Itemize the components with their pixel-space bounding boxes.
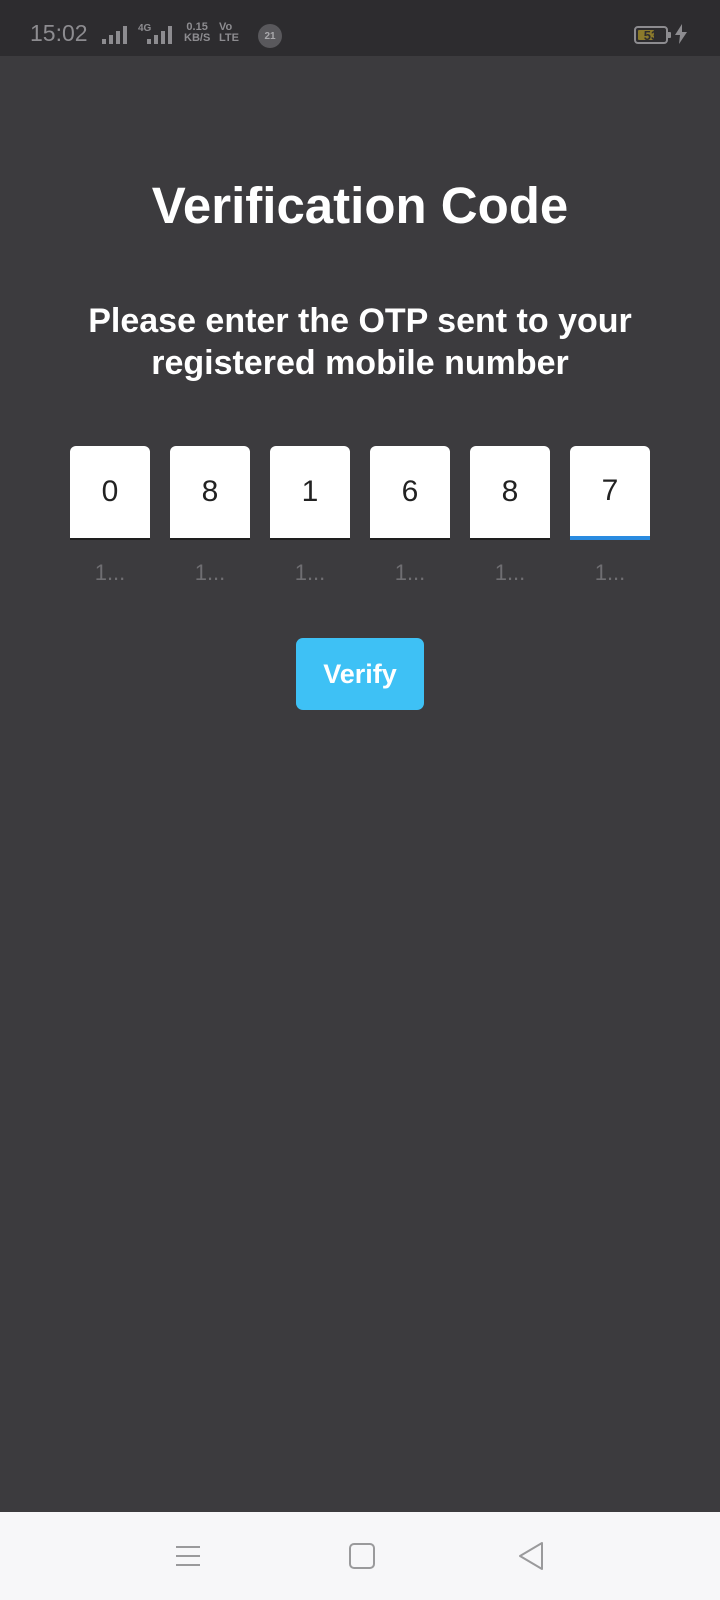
otp-digit-hint: 1... (194, 560, 226, 585)
otp-digit-input[interactable]: 0 (70, 446, 150, 540)
network-speed: 0.15 KB/S (184, 22, 210, 44)
otp-cell: 7 1... (570, 446, 650, 586)
otp-cell: 8 1... (170, 446, 250, 586)
otp-input-group: 0 1... 8 1... 1 1... 6 1... 8 1... 7 1..… (70, 446, 650, 586)
network-speed-unit: KB/S (184, 32, 211, 44)
otp-digit-input[interactable]: 1 (270, 446, 350, 540)
status-bar: 15:02 4G 0.15 KB/S Vo LTE 21 53 (0, 0, 720, 56)
otp-cell: 8 1... (470, 446, 550, 586)
home-icon[interactable] (349, 1543, 375, 1569)
otp-digit-hint: 1... (594, 560, 626, 585)
battery-level: 53 (643, 27, 659, 43)
otp-cell: 0 1... (70, 446, 150, 586)
notification-count-badge: 21 (258, 24, 282, 48)
volte-bottom-label: LTE (219, 32, 239, 44)
system-nav-bar (0, 1512, 720, 1600)
otp-cell: 1 1... (270, 446, 350, 586)
volte-icon: Vo LTE (219, 22, 239, 44)
battery-icon: 53 (634, 26, 671, 44)
charging-bolt-icon (675, 24, 687, 44)
otp-digit-input-active[interactable]: 7 (570, 446, 650, 540)
otp-cell: 6 1... (370, 446, 450, 586)
verify-button[interactable]: Verify (296, 638, 424, 710)
otp-instructions: Please enter the OTP sent to your regist… (88, 302, 632, 382)
otp-digit-input[interactable]: 8 (470, 446, 550, 540)
otp-digit-hint: 1... (494, 560, 526, 585)
back-icon[interactable] (518, 1541, 544, 1571)
signal-strength-4g-icon (147, 24, 172, 44)
menu-icon[interactable] (176, 1546, 200, 1566)
otp-digit-hint: 1... (294, 560, 326, 585)
otp-digit-hint: 1... (94, 560, 126, 585)
otp-digit-input[interactable]: 6 (370, 446, 450, 540)
status-time: 15:02 (30, 20, 88, 46)
otp-digit-input[interactable]: 8 (170, 446, 250, 540)
page-title: Verification Code (151, 177, 569, 234)
otp-digit-hint: 1... (394, 560, 426, 585)
signal-strength-icon (102, 24, 127, 44)
